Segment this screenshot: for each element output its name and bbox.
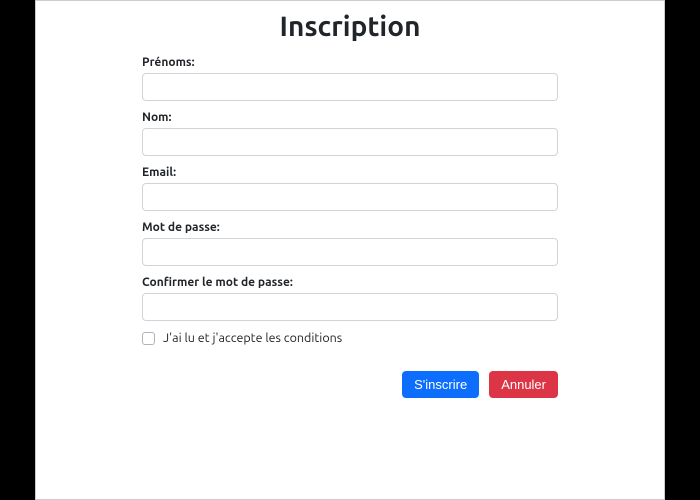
input-confirm-password[interactable] — [142, 293, 558, 321]
field-lastname: Nom: — [142, 111, 558, 156]
input-firstname[interactable] — [142, 73, 558, 101]
input-password[interactable] — [142, 238, 558, 266]
field-email: Email: — [142, 166, 558, 211]
field-firstname: Prénoms: — [142, 56, 558, 101]
label-password: Mot de passe: — [142, 221, 558, 234]
label-email: Email: — [142, 166, 558, 179]
label-confirm-password: Confirmer le mot de passe: — [142, 276, 558, 289]
submit-button[interactable]: S'inscrire — [402, 371, 479, 398]
button-row: S'inscrire Annuler — [142, 371, 558, 398]
checkbox-terms[interactable] — [142, 332, 155, 345]
form-container: Inscription Prénoms: Nom: Email: Mot de … — [142, 11, 558, 398]
field-password: Mot de passe: — [142, 221, 558, 266]
label-firstname: Prénoms: — [142, 56, 558, 69]
input-email[interactable] — [142, 183, 558, 211]
field-confirm-password: Confirmer le mot de passe: — [142, 276, 558, 321]
label-terms[interactable]: J'ai lu et j'accepte les conditions — [163, 331, 342, 345]
input-lastname[interactable] — [142, 128, 558, 156]
label-lastname: Nom: — [142, 111, 558, 124]
page-frame: Inscription Prénoms: Nom: Email: Mot de … — [35, 0, 665, 500]
terms-group: J'ai lu et j'accepte les conditions — [142, 331, 558, 345]
cancel-button[interactable]: Annuler — [489, 371, 558, 398]
page-title: Inscription — [142, 11, 558, 42]
